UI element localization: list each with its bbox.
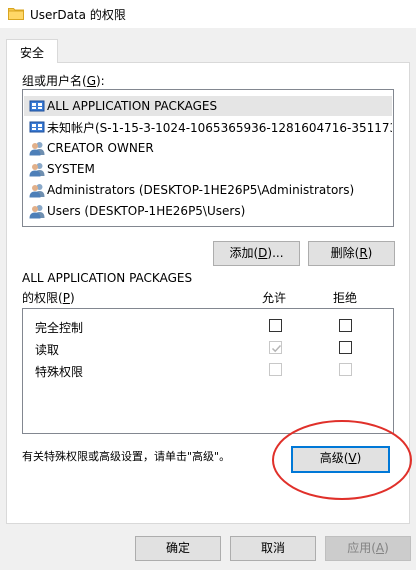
user-item-label: Administrators (DESKTOP-1HE26P5\Administ… — [47, 183, 355, 197]
deny-column-header: 拒绝 — [333, 291, 358, 305]
window-title: UserData 的权限 — [30, 8, 126, 22]
user-item-label: SYSTEM — [47, 162, 95, 176]
advanced-button[interactable]: 高级(V) — [291, 446, 390, 473]
user-item-label: ALL APPLICATION PACKAGES — [47, 99, 218, 113]
permissions-label: 的权限(P) — [22, 291, 75, 305]
allow-checkbox[interactable] — [269, 319, 282, 332]
permission-row-read: 读取 — [23, 337, 393, 359]
app-packages-icon — [29, 100, 45, 112]
permissions-for-name: ALL APPLICATION PACKAGES — [22, 271, 193, 285]
users-icon — [29, 142, 45, 156]
deny-checkbox[interactable] — [339, 363, 352, 376]
permission-name: 特殊权限 — [35, 365, 84, 379]
tab-security[interactable]: 安全 — [6, 39, 58, 63]
cancel-button[interactable]: 取消 — [230, 536, 316, 561]
remove-button[interactable]: 删除(R) — [308, 241, 395, 266]
permission-row-full-control: 完全控制 — [23, 315, 393, 337]
user-item-users[interactable]: Users (DESKTOP-1HE26P5\Users) — [24, 201, 392, 221]
user-item-creator-owner[interactable]: CREATOR OWNER — [24, 138, 392, 158]
user-item-administrators[interactable]: Administrators (DESKTOP-1HE26P5\Administ… — [24, 180, 392, 200]
users-icon — [29, 184, 45, 198]
users-icon — [29, 205, 45, 219]
allow-column-header: 允许 — [262, 291, 287, 305]
deny-checkbox[interactable] — [339, 341, 352, 354]
users-icon — [29, 163, 45, 177]
user-item-system[interactable]: SYSTEM — [24, 159, 392, 179]
deny-checkbox[interactable] — [339, 319, 352, 332]
user-item-all-application-packages[interactable]: ALL APPLICATION PACKAGES — [24, 96, 392, 116]
folder-icon — [8, 8, 24, 20]
permission-name: 读取 — [35, 343, 60, 357]
tab-security-label: 安全 — [19, 46, 44, 60]
apply-button[interactable]: 应用(A) — [325, 536, 411, 561]
advanced-hint: 有关特殊权限或高级设置，请单击"高级"。 — [22, 450, 231, 463]
user-item-label: Users (DESKTOP-1HE26P5\Users) — [47, 204, 246, 218]
check-icon — [271, 344, 282, 353]
allow-checkbox[interactable] — [269, 363, 282, 376]
allow-checkbox[interactable] — [269, 341, 282, 354]
group-user-names-label: 组或用户名(G): — [22, 74, 105, 88]
user-item-label: 未知帐户(S-1-15-3-1024-1065365936-1281604716… — [47, 120, 392, 135]
user-item-unknown-account[interactable]: 未知帐户(S-1-15-3-1024-1065365936-1281604716… — [24, 117, 392, 137]
permission-row-special: 特殊权限 — [23, 359, 393, 381]
unknown-account-icon — [29, 121, 45, 133]
permissions-list: 完全控制 读取 特殊权限 — [22, 308, 394, 434]
user-list[interactable]: ALL APPLICATION PACKAGES 未知帐户(S-1-15-3-1… — [22, 89, 394, 227]
add-button[interactable]: 添加(D)... — [213, 241, 300, 266]
ok-button[interactable]: 确定 — [135, 536, 221, 561]
user-item-label: CREATOR OWNER — [47, 141, 154, 155]
permission-name: 完全控制 — [35, 321, 84, 335]
